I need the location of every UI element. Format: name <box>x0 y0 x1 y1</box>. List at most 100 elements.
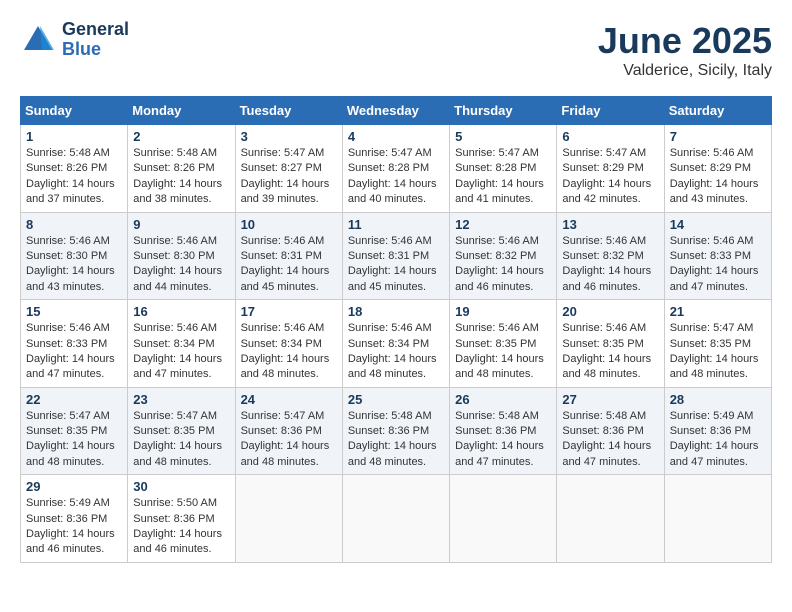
day-info: Sunrise: 5:47 AM Sunset: 8:27 PM Dayligh… <box>241 146 337 208</box>
daylight: Daylight: 14 hours and 47 minutes. <box>670 265 759 292</box>
daylight: Daylight: 14 hours and 44 minutes. <box>133 265 222 292</box>
day-info: Sunrise: 5:48 AM Sunset: 8:36 PM Dayligh… <box>562 409 658 471</box>
day-number: 10 <box>241 217 337 232</box>
day-number: 2 <box>133 129 229 144</box>
table-row: 25 Sunrise: 5:48 AM Sunset: 8:36 PM Dayl… <box>342 387 449 475</box>
sunset: Sunset: 8:36 PM <box>348 425 429 437</box>
table-row <box>664 475 771 563</box>
day-number: 8 <box>26 217 122 232</box>
day-number: 4 <box>348 129 444 144</box>
daylight: Daylight: 14 hours and 38 minutes. <box>133 178 222 205</box>
table-row <box>342 475 449 563</box>
day-info: Sunrise: 5:50 AM Sunset: 8:36 PM Dayligh… <box>133 496 229 558</box>
daylight: Daylight: 14 hours and 46 minutes. <box>562 265 651 292</box>
logo-text: General Blue <box>62 20 129 60</box>
day-info: Sunrise: 5:46 AM Sunset: 8:34 PM Dayligh… <box>348 321 444 383</box>
table-row: 12 Sunrise: 5:46 AM Sunset: 8:32 PM Dayl… <box>450 212 557 300</box>
daylight: Daylight: 14 hours and 48 minutes. <box>241 440 330 467</box>
table-row: 29 Sunrise: 5:49 AM Sunset: 8:36 PM Dayl… <box>21 475 128 563</box>
sunset: Sunset: 8:36 PM <box>562 425 643 437</box>
day-info: Sunrise: 5:46 AM Sunset: 8:35 PM Dayligh… <box>455 321 551 383</box>
sunset: Sunset: 8:32 PM <box>455 250 536 262</box>
header-wednesday: Wednesday <box>342 97 449 125</box>
table-row: 14 Sunrise: 5:46 AM Sunset: 8:33 PM Dayl… <box>664 212 771 300</box>
day-info: Sunrise: 5:46 AM Sunset: 8:35 PM Dayligh… <box>562 321 658 383</box>
sunset: Sunset: 8:36 PM <box>455 425 536 437</box>
daylight: Daylight: 14 hours and 40 minutes. <box>348 178 437 205</box>
daylight: Daylight: 14 hours and 48 minutes. <box>670 353 759 380</box>
table-row: 21 Sunrise: 5:47 AM Sunset: 8:35 PM Dayl… <box>664 300 771 388</box>
sunset: Sunset: 8:29 PM <box>670 162 751 174</box>
day-info: Sunrise: 5:47 AM Sunset: 8:35 PM Dayligh… <box>670 321 766 383</box>
table-row: 22 Sunrise: 5:47 AM Sunset: 8:35 PM Dayl… <box>21 387 128 475</box>
day-number: 5 <box>455 129 551 144</box>
calendar-week-row: 8 Sunrise: 5:46 AM Sunset: 8:30 PM Dayli… <box>21 212 772 300</box>
sunrise: Sunrise: 5:47 AM <box>26 410 110 422</box>
table-row: 30 Sunrise: 5:50 AM Sunset: 8:36 PM Dayl… <box>128 475 235 563</box>
calendar-table: Sunday Monday Tuesday Wednesday Thursday… <box>20 96 772 563</box>
table-row: 2 Sunrise: 5:48 AM Sunset: 8:26 PM Dayli… <box>128 125 235 213</box>
day-number: 22 <box>26 392 122 407</box>
page-header: General Blue June 2025 Valderice, Sicily… <box>20 20 772 80</box>
day-number: 14 <box>670 217 766 232</box>
sunrise: Sunrise: 5:47 AM <box>241 147 325 159</box>
day-number: 1 <box>26 129 122 144</box>
day-info: Sunrise: 5:47 AM Sunset: 8:28 PM Dayligh… <box>455 146 551 208</box>
day-number: 24 <box>241 392 337 407</box>
day-info: Sunrise: 5:48 AM Sunset: 8:36 PM Dayligh… <box>348 409 444 471</box>
sunset: Sunset: 8:33 PM <box>26 338 107 350</box>
table-row: 7 Sunrise: 5:46 AM Sunset: 8:29 PM Dayli… <box>664 125 771 213</box>
daylight: Daylight: 14 hours and 46 minutes. <box>26 528 115 555</box>
daylight: Daylight: 14 hours and 45 minutes. <box>348 265 437 292</box>
sunrise: Sunrise: 5:46 AM <box>348 322 432 334</box>
sunrise: Sunrise: 5:46 AM <box>455 322 539 334</box>
table-row: 28 Sunrise: 5:49 AM Sunset: 8:36 PM Dayl… <box>664 387 771 475</box>
day-info: Sunrise: 5:47 AM Sunset: 8:28 PM Dayligh… <box>348 146 444 208</box>
day-info: Sunrise: 5:46 AM Sunset: 8:31 PM Dayligh… <box>348 234 444 296</box>
daylight: Daylight: 14 hours and 48 minutes. <box>455 353 544 380</box>
sunset: Sunset: 8:29 PM <box>562 162 643 174</box>
sunset: Sunset: 8:35 PM <box>455 338 536 350</box>
header-thursday: Thursday <box>450 97 557 125</box>
sunrise: Sunrise: 5:47 AM <box>241 410 325 422</box>
sunrise: Sunrise: 5:47 AM <box>348 147 432 159</box>
table-row: 9 Sunrise: 5:46 AM Sunset: 8:30 PM Dayli… <box>128 212 235 300</box>
table-row: 26 Sunrise: 5:48 AM Sunset: 8:36 PM Dayl… <box>450 387 557 475</box>
day-number: 11 <box>348 217 444 232</box>
sunrise: Sunrise: 5:49 AM <box>670 410 754 422</box>
daylight: Daylight: 14 hours and 48 minutes. <box>348 353 437 380</box>
daylight: Daylight: 14 hours and 48 minutes. <box>562 353 651 380</box>
day-info: Sunrise: 5:49 AM Sunset: 8:36 PM Dayligh… <box>26 496 122 558</box>
sunrise: Sunrise: 5:46 AM <box>562 322 646 334</box>
sunset: Sunset: 8:30 PM <box>26 250 107 262</box>
sunset: Sunset: 8:35 PM <box>133 425 214 437</box>
sunrise: Sunrise: 5:49 AM <box>26 497 110 509</box>
table-row: 1 Sunrise: 5:48 AM Sunset: 8:26 PM Dayli… <box>21 125 128 213</box>
sunset: Sunset: 8:36 PM <box>133 513 214 525</box>
sunrise: Sunrise: 5:46 AM <box>241 235 325 247</box>
sunset: Sunset: 8:27 PM <box>241 162 322 174</box>
table-row: 5 Sunrise: 5:47 AM Sunset: 8:28 PM Dayli… <box>450 125 557 213</box>
table-row: 24 Sunrise: 5:47 AM Sunset: 8:36 PM Dayl… <box>235 387 342 475</box>
day-info: Sunrise: 5:46 AM Sunset: 8:30 PM Dayligh… <box>133 234 229 296</box>
sunrise: Sunrise: 5:46 AM <box>133 235 217 247</box>
daylight: Daylight: 14 hours and 39 minutes. <box>241 178 330 205</box>
table-row: 23 Sunrise: 5:47 AM Sunset: 8:35 PM Dayl… <box>128 387 235 475</box>
daylight: Daylight: 14 hours and 48 minutes. <box>348 440 437 467</box>
daylight: Daylight: 14 hours and 46 minutes. <box>133 528 222 555</box>
sunset: Sunset: 8:28 PM <box>348 162 429 174</box>
sunset: Sunset: 8:26 PM <box>26 162 107 174</box>
day-info: Sunrise: 5:48 AM Sunset: 8:26 PM Dayligh… <box>133 146 229 208</box>
sunrise: Sunrise: 5:48 AM <box>26 147 110 159</box>
day-number: 19 <box>455 304 551 319</box>
day-info: Sunrise: 5:46 AM Sunset: 8:34 PM Dayligh… <box>133 321 229 383</box>
calendar-week-row: 15 Sunrise: 5:46 AM Sunset: 8:33 PM Dayl… <box>21 300 772 388</box>
sunrise: Sunrise: 5:48 AM <box>348 410 432 422</box>
month-title: June 2025 <box>598 20 772 62</box>
day-number: 7 <box>670 129 766 144</box>
daylight: Daylight: 14 hours and 47 minutes. <box>670 440 759 467</box>
sunset: Sunset: 8:30 PM <box>133 250 214 262</box>
table-row: 11 Sunrise: 5:46 AM Sunset: 8:31 PM Dayl… <box>342 212 449 300</box>
sunset: Sunset: 8:33 PM <box>670 250 751 262</box>
daylight: Daylight: 14 hours and 47 minutes. <box>562 440 651 467</box>
